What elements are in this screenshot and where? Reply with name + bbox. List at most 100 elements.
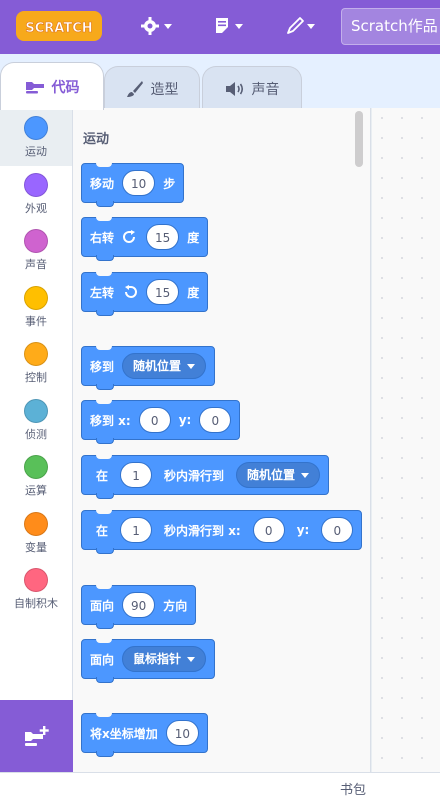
block-text: 右转 [90, 230, 115, 245]
category-sound-dot [24, 229, 48, 253]
block-text: 面向 [90, 652, 115, 667]
block-palette: 运动 移动 10 步 右转 15 度 左转 15 度 移到 随机位置 移到 x:… [73, 108, 371, 772]
dropdown-value: 随机位置 [247, 468, 296, 482]
category-label: 运算 [25, 484, 47, 497]
svg-text:SCRATCH: SCRATCH [25, 21, 92, 36]
category-control[interactable]: 控制 [0, 336, 72, 392]
move-steps-block[interactable]: 移动 10 步 [81, 163, 185, 207]
tab-sounds[interactable]: 声音 [202, 66, 302, 110]
category-motion-dot [24, 116, 48, 140]
category-label: 控制 [25, 371, 47, 384]
rotate-right-icon [123, 230, 136, 243]
category-motion[interactable]: 运动 [0, 110, 72, 166]
category-events[interactable]: 事件 [0, 280, 72, 336]
goto-target-dropdown[interactable]: 随机位置 [122, 353, 207, 379]
tab-costumes[interactable]: 造型 [104, 66, 200, 110]
block-text: 将x坐标增加 [90, 726, 158, 741]
settings-menu[interactable] [140, 12, 174, 40]
add-extension-button[interactable] [0, 700, 73, 772]
block-text: 在 [96, 468, 109, 483]
y-input[interactable]: 0 [321, 517, 354, 543]
chevron-down-icon [301, 472, 310, 478]
point-towards-block[interactable]: 面向 鼠标指针 [81, 639, 216, 683]
gear-icon [141, 17, 172, 35]
category-variables-dot [24, 512, 48, 536]
tab-costumes-label: 造型 [150, 81, 179, 98]
block-text: 左转 [90, 285, 115, 300]
change-x-input[interactable]: 10 [165, 720, 200, 746]
category-label: 运动 [25, 145, 47, 158]
rotate-left-icon [125, 285, 137, 298]
steps-input[interactable]: 10 [122, 170, 156, 196]
block-text: 度 [187, 230, 200, 245]
degrees-input[interactable]: 15 [146, 279, 180, 305]
x-input[interactable]: 0 [252, 517, 285, 543]
pencil-icon [287, 17, 315, 34]
goto-block[interactable]: 移到 随机位置 [81, 346, 216, 390]
category-label: 自制积木 [14, 597, 58, 610]
category-sound[interactable]: 声音 [0, 223, 72, 279]
category-operators[interactable]: 运算 [0, 449, 72, 505]
tab-code-label: 代码 [51, 79, 80, 96]
block-text: 秒内滑行到 [164, 468, 225, 483]
point-towards-dropdown[interactable]: 鼠标指针 [122, 646, 207, 672]
chevron-down-icon [187, 656, 196, 662]
category-my-blocks[interactable]: 自制积木 [0, 562, 72, 618]
script-area[interactable] [372, 108, 440, 772]
category-variables[interactable]: 变量 [0, 506, 72, 562]
block-text: 移到 x: [90, 413, 131, 428]
backpack-label: 书包 [340, 783, 367, 798]
edit-menu[interactable] [285, 12, 319, 40]
menu-bar: SCRATCH Scratch作品 [0, 0, 440, 54]
glide-target-dropdown[interactable]: 随机位置 [236, 462, 321, 488]
category-control-dot [24, 342, 48, 366]
block-text: 度 [187, 285, 200, 300]
change-x-block[interactable]: 将x坐标增加 10 [81, 713, 209, 757]
palette-section-title: 运动 [83, 132, 110, 147]
goto-xy-block[interactable]: 移到 x: 0 y: 0 [81, 400, 241, 444]
palette-scrollbar[interactable] [355, 111, 363, 167]
category-label: 外观 [25, 202, 47, 215]
code-icon [25, 81, 44, 93]
glide-xy-block[interactable]: 在 1 秒内滑行到 x: 0 y: 0 [81, 510, 363, 554]
scratch-logo[interactable]: SCRATCH [16, 11, 102, 41]
project-title-input[interactable]: Scratch作品 [341, 8, 440, 45]
block-text: 步 [163, 176, 176, 191]
category-label: 变量 [25, 541, 47, 554]
speaker-icon [225, 81, 243, 96]
block-text: 在 [96, 523, 109, 538]
brush-icon [126, 80, 143, 97]
block-text: 方向 [163, 598, 188, 613]
seconds-input[interactable]: 1 [120, 462, 153, 488]
x-input[interactable]: 0 [138, 407, 171, 433]
degrees-input[interactable]: 15 [146, 224, 180, 250]
turn-left-block[interactable]: 左转 15 度 [81, 272, 209, 316]
category-looks[interactable]: 外观 [0, 167, 72, 223]
direction-input[interactable]: 90 [122, 592, 156, 618]
point-direction-block[interactable]: 面向 90 方向 [81, 585, 197, 629]
seconds-input[interactable]: 1 [120, 517, 153, 543]
category-events-dot [24, 286, 48, 310]
file-menu[interactable] [213, 12, 247, 40]
backpack-bar[interactable]: 书包 [0, 772, 440, 800]
dropdown-value: 鼠标指针 [133, 652, 182, 666]
block-text: 面向 [90, 598, 115, 613]
y-input[interactable]: 0 [199, 407, 232, 433]
chevron-down-icon [187, 363, 196, 369]
turn-right-block[interactable]: 右转 15 度 [81, 217, 209, 261]
block-text: 移到 [90, 359, 115, 374]
category-menu: 运动 外观 声音 事件 控制 侦测 运算 变量 自制积木 [0, 108, 73, 700]
editor-tabs: 代码 造型 声音 [0, 54, 440, 110]
block-text: y: [178, 413, 192, 427]
add-extension-icon [24, 726, 49, 746]
category-operators-dot [24, 455, 48, 479]
dropdown-value: 随机位置 [133, 359, 182, 373]
block-text: y: [296, 523, 310, 537]
category-label: 侦测 [25, 428, 47, 441]
glide-to-block[interactable]: 在 1 秒内滑行到 随机位置 [81, 455, 330, 499]
category-sensing[interactable]: 侦测 [0, 393, 72, 449]
tab-code[interactable]: 代码 [0, 62, 104, 110]
category-label: 声音 [25, 258, 47, 271]
category-looks-dot [24, 173, 48, 197]
block-text: 移动 [90, 176, 115, 191]
